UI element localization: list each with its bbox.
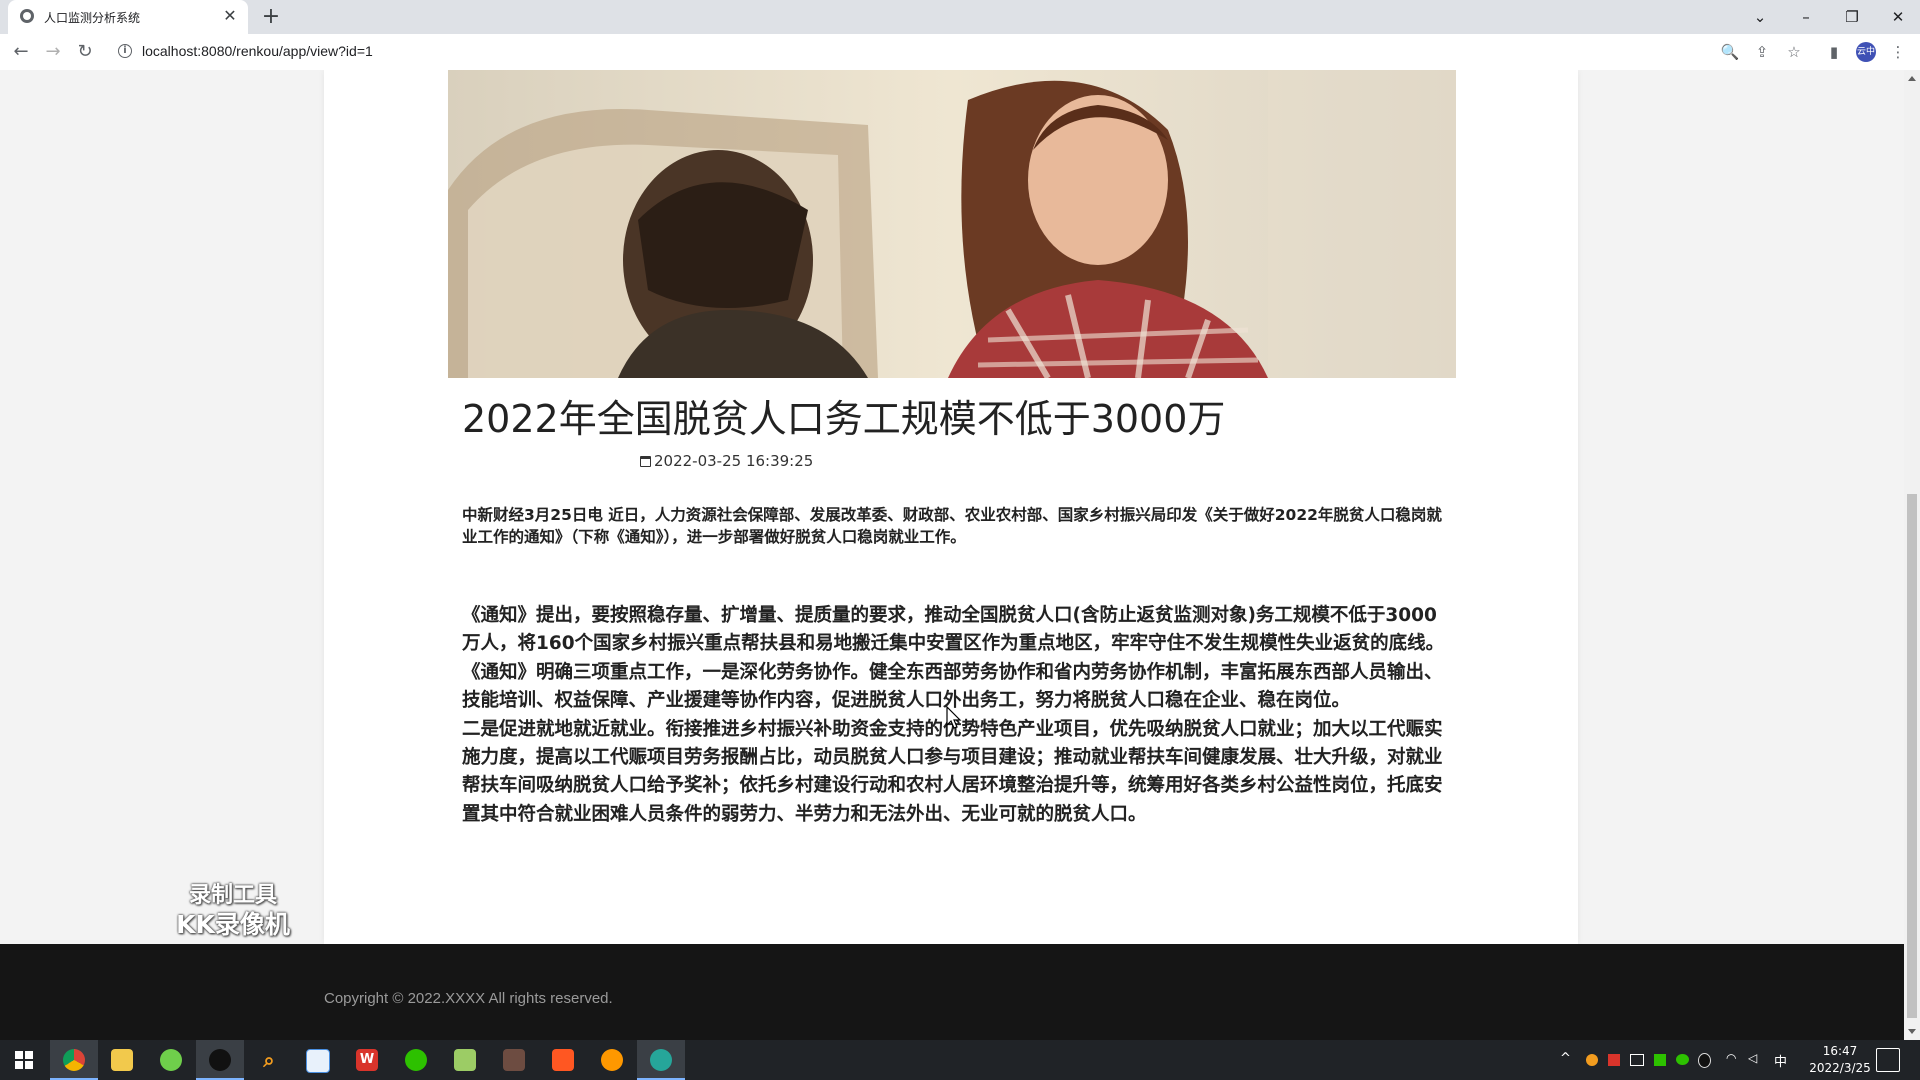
address-bar[interactable]: localhost:8080/renkou/app/view?id=1 [142, 43, 373, 59]
clock-time: 16:47 [1822, 1044, 1858, 1058]
windows-logo-icon [15, 1051, 33, 1069]
tray-wps-icon[interactable] [1608, 1054, 1620, 1066]
magnifier-icon: ⌕ [263, 1048, 275, 1072]
taskbar-firefox-app[interactable] [588, 1040, 636, 1080]
new-tab-button[interactable]: + [258, 4, 284, 30]
taskbar-qq[interactable] [196, 1040, 244, 1080]
notification-center-icon[interactable] [1876, 1048, 1900, 1072]
site-info-icon[interactable]: i [118, 44, 132, 58]
taskbar-active-browser[interactable] [637, 1040, 685, 1080]
fox-icon [601, 1049, 623, 1071]
tray-search-icon[interactable] [1586, 1054, 1598, 1066]
taskbar-file-explorer[interactable] [98, 1040, 146, 1080]
calendar-icon [640, 456, 651, 467]
article-lead: 中新财经3月25日电 近日，人力资源社会保障部、发展改革委、财政部、农业农村部、… [462, 506, 1442, 546]
scroll-down-icon[interactable] [1908, 1029, 1916, 1034]
tab-title: 人口监测分析系统 [44, 11, 141, 25]
globe-icon [20, 9, 34, 23]
reload-button[interactable]: ↻ [72, 39, 98, 65]
scroll-up-icon[interactable] [1908, 76, 1916, 81]
tray-wechat-icon[interactable] [1676, 1054, 1689, 1065]
notepad-icon [454, 1049, 476, 1071]
close-tab-icon[interactable]: ✕ [220, 6, 240, 26]
watermark-line: KK录像机 [176, 910, 290, 939]
page-footer: Copyright © 2022.XXXX All rights reserve… [0, 944, 1904, 1040]
taskbar-video-app[interactable] [539, 1040, 587, 1080]
game-icon [503, 1049, 525, 1071]
taskbar-wps[interactable]: W [343, 1040, 391, 1080]
side-panel-icon[interactable]: ▮ [1822, 40, 1846, 64]
browser-tab-strip: 人口监测分析系统 ✕ + ⌄ – ❐ ✕ [0, 0, 1920, 34]
taskbar-search-app[interactable]: ⌕ [245, 1040, 293, 1080]
scrollbar-thumb[interactable] [1907, 494, 1917, 1018]
publish-date: 2022-03-25 16:39:25 [654, 452, 814, 470]
share-icon[interactable]: ⇪ [1750, 40, 1774, 64]
recorder-watermark: 录制工具 KK录像机 [160, 882, 306, 940]
browser-toolbar: ← → ↻ i localhost:8080/renkou/app/view?i… [0, 34, 1920, 71]
article-date: 2022-03-25 16:39:25 [640, 452, 813, 470]
taskbar-game-app[interactable] [490, 1040, 538, 1080]
taskbar-green-app[interactable] [147, 1040, 195, 1080]
volume-icon[interactable]: ◁ [1748, 1051, 1757, 1065]
folder-icon [111, 1049, 133, 1071]
copyright-text: Copyright © 2022.XXXX All rights reserve… [324, 990, 613, 1007]
page-viewport: 2022年全国脱贫人口务工规模不低于3000万 2022-03-25 16:39… [0, 70, 1904, 1040]
wifi-icon[interactable]: ◠ [1726, 1051, 1736, 1065]
article-paragraph: 二是促进就地就近就业。衔接推进乡村振兴补助资金支持的优势特色产业项目，优先吸纳脱… [462, 718, 1443, 825]
forward-button[interactable]: → [40, 39, 66, 65]
tray-green-icon[interactable] [1654, 1054, 1666, 1066]
profile-avatar[interactable]: 云中 [1856, 42, 1876, 62]
tray-device-icon[interactable] [1630, 1054, 1644, 1066]
taskbar-notepad[interactable] [441, 1040, 489, 1080]
close-window-button[interactable]: ✕ [1880, 4, 1916, 30]
article-title: 2022年全国脱贫人口务工规模不低于3000万 [462, 397, 1226, 441]
windows-taskbar: ⌕ W ^ ◠ ◁ 中 16:47 2022/3/25 [0, 1040, 1920, 1080]
browser-app-icon [650, 1049, 672, 1071]
video-icon [552, 1049, 574, 1071]
browser-tab[interactable]: 人口监测分析系统 ✕ [8, 0, 248, 34]
chrome-icon [63, 1049, 85, 1071]
minimize-button[interactable]: – [1788, 4, 1824, 30]
article-paragraph: 《通知》提出，要按照稳存量、扩增量、提质量的要求，推动全国脱贫人口(含防止返贫监… [462, 605, 1445, 655]
watermark-line: 录制工具 [188, 883, 277, 908]
taskbar-clock[interactable]: 16:47 2022/3/25 [1808, 1043, 1872, 1077]
taskbar-wechat[interactable] [392, 1040, 440, 1080]
restore-button[interactable]: ❐ [1834, 4, 1870, 30]
qq-penguin-icon [209, 1049, 231, 1071]
tray-overflow-icon[interactable]: ^ [1560, 1051, 1571, 1066]
paint-icon [306, 1049, 330, 1073]
back-button[interactable]: ← [8, 39, 34, 65]
wechat-icon [405, 1049, 427, 1071]
taskbar-chrome[interactable] [50, 1040, 98, 1080]
tab-search-button[interactable]: ⌄ [1742, 4, 1778, 30]
zoom-icon[interactable]: 🔍 [1718, 40, 1742, 64]
clock-date: 2022/3/25 [1809, 1061, 1871, 1075]
wps-icon: W [356, 1049, 378, 1071]
taskbar-paint-app[interactable] [294, 1040, 342, 1080]
ime-indicator[interactable]: 中 [1774, 1051, 1787, 1070]
hero-photo [448, 70, 1456, 378]
article-hero-image [448, 70, 1456, 378]
browser-menu-icon[interactable]: ⋮ [1886, 40, 1910, 64]
mouse-cursor-icon [946, 706, 962, 729]
page-scrollbar[interactable] [1904, 70, 1920, 1040]
leaf-icon [160, 1049, 182, 1071]
bookmark-star-icon[interactable]: ☆ [1782, 40, 1806, 64]
tray-qq-icon[interactable] [1698, 1053, 1711, 1068]
start-button[interactable] [0, 1040, 48, 1080]
